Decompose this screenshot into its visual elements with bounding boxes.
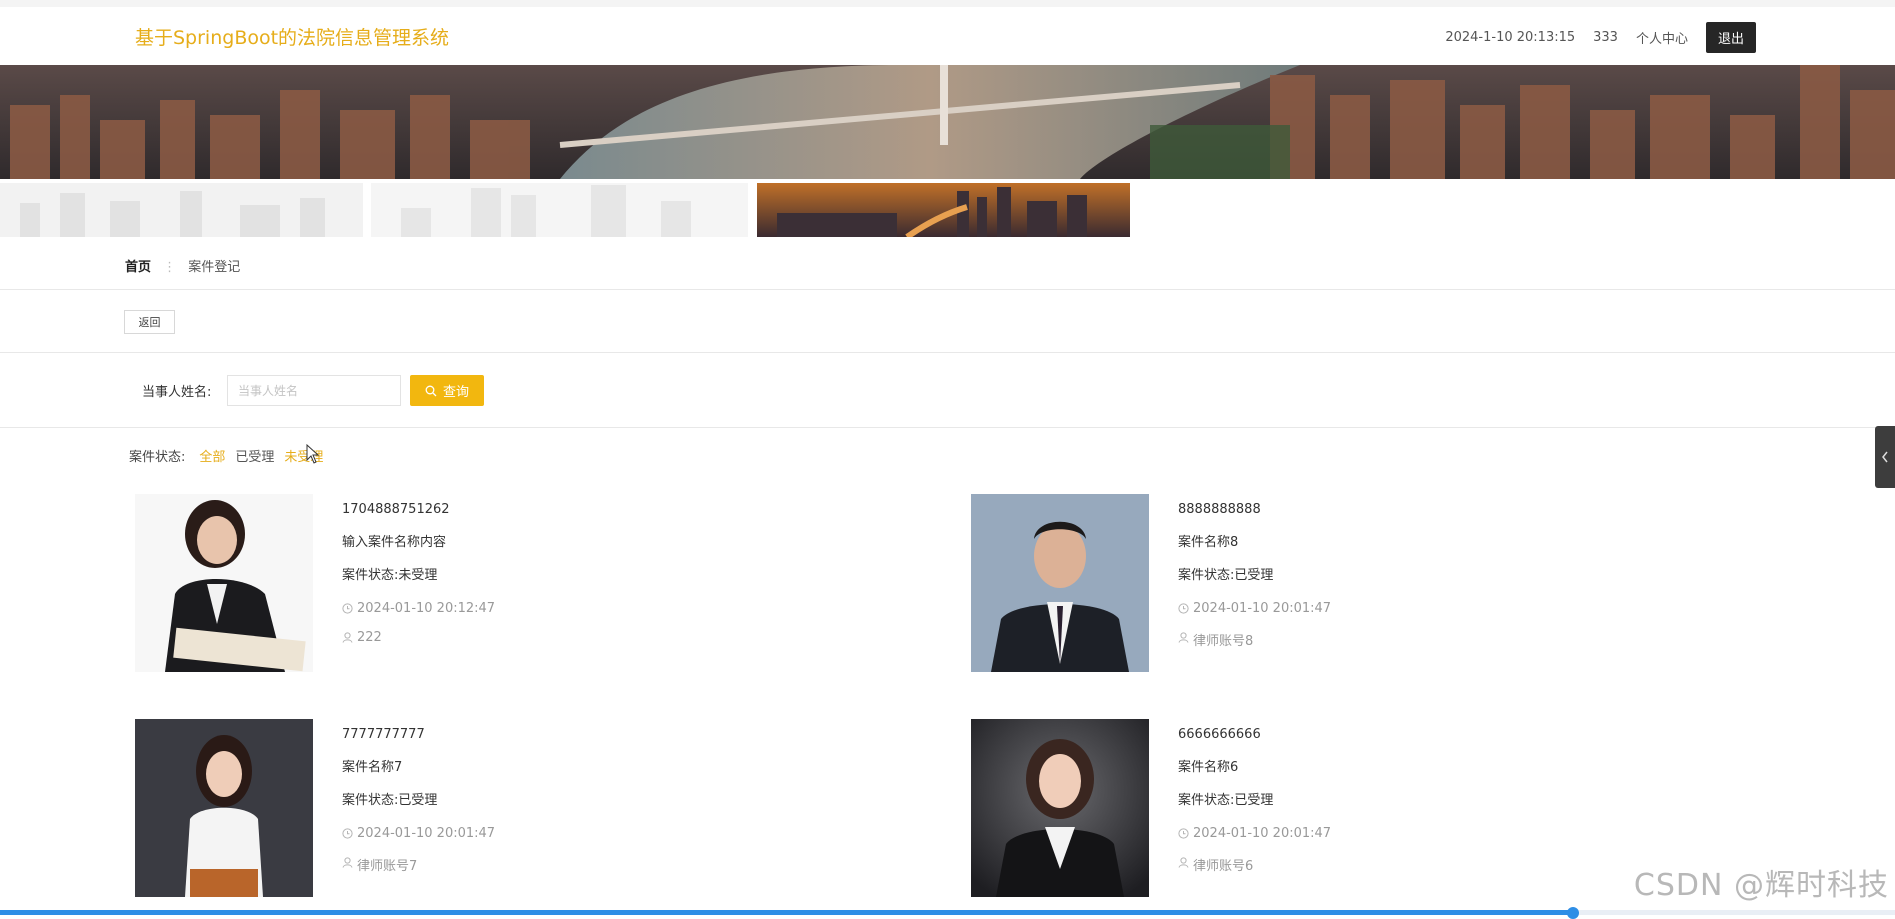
case-photo[interactable] xyxy=(135,719,313,897)
case-photo[interactable] xyxy=(971,719,1149,897)
case-photo[interactable] xyxy=(971,494,1149,672)
divider xyxy=(0,352,1895,353)
case-time-text: 2024-01-10 20:12:47 xyxy=(357,601,496,616)
username: 333 xyxy=(1593,30,1618,45)
filter-all[interactable]: 全部 xyxy=(199,446,225,465)
case-card[interactable]: 7777777777 案件名称7 案件状态:已受理 2024-01-10 20:… xyxy=(135,719,935,899)
case-card[interactable]: 1704888751262 输入案件名称内容 案件状态:未受理 2024-01-… xyxy=(135,494,935,674)
clock-icon xyxy=(342,603,353,614)
side-panel-toggle[interactable] xyxy=(1875,426,1895,488)
case-card[interactable]: 8888888888 案件名称8 案件状态:已受理 2024-01-10 20:… xyxy=(971,494,1771,674)
user-icon xyxy=(342,857,353,868)
case-time: 2024-01-10 20:12:47 xyxy=(342,601,495,630)
user-icon xyxy=(342,632,353,643)
case-status: 案件状态:未受理 xyxy=(342,568,438,583)
status-filter-label: 案件状态: xyxy=(129,450,186,465)
case-time: 2024-01-10 20:01:47 xyxy=(1178,601,1331,630)
case-status: 案件状态:已受理 xyxy=(342,793,438,808)
clock-icon xyxy=(1178,828,1189,839)
case-name: 输入案件名称内容 xyxy=(342,535,447,550)
case-account-text: 律师账号6 xyxy=(1193,859,1254,874)
divider xyxy=(0,289,1895,290)
clock-icon xyxy=(342,828,353,839)
breadcrumb: 首页 ⋮ 案件登记 xyxy=(125,256,240,275)
progress-fill xyxy=(0,910,1573,915)
case-time-text: 2024-01-10 20:01:47 xyxy=(1193,826,1332,841)
banner-image xyxy=(0,65,1895,179)
case-account: 222 xyxy=(342,630,495,659)
case-account: 律师账号6 xyxy=(1178,855,1331,884)
case-photo[interactable] xyxy=(135,494,313,672)
case-number: 7777777777 xyxy=(342,727,425,742)
banner-thumbnail-2[interactable] xyxy=(371,183,748,237)
case-number: 8888888888 xyxy=(1178,502,1261,517)
watermark: CSDN @辉时科技 xyxy=(1633,868,1889,903)
chevron-left-icon xyxy=(1882,451,1888,463)
case-status: 案件状态:已受理 xyxy=(1178,793,1274,808)
party-name-input[interactable] xyxy=(227,375,401,406)
user-icon xyxy=(1178,857,1189,868)
banner-thumbnails xyxy=(0,183,1140,237)
progress-handle[interactable] xyxy=(1566,907,1579,919)
top-navbar: 基于SpringBoot的法院信息管理系统 2024-1-10 20:13:15… xyxy=(0,0,1895,65)
case-number: 1704888751262 xyxy=(342,502,450,517)
case-time-text: 2024-01-10 20:01:47 xyxy=(1193,601,1332,616)
case-account: 律师账号7 xyxy=(342,855,495,884)
logout-button[interactable]: 退出 xyxy=(1705,22,1756,53)
user-area: 2024-1-10 20:13:15 333 个人中心 退出 xyxy=(1445,22,1756,53)
filter-accepted[interactable]: 已受理 xyxy=(235,446,274,465)
mouse-cursor-icon xyxy=(306,444,320,464)
case-time: 2024-01-10 20:01:47 xyxy=(1178,826,1331,855)
clock-icon xyxy=(1178,603,1189,614)
back-button[interactable]: 返回 xyxy=(124,310,175,334)
breadcrumb-home[interactable]: 首页 xyxy=(125,260,151,275)
search-button[interactable]: 查询 xyxy=(410,375,484,406)
case-name: 案件名称6 xyxy=(1178,760,1239,775)
case-account-text: 律师账号8 xyxy=(1193,634,1254,649)
banner-thumbnail-3[interactable] xyxy=(757,183,1130,237)
breadcrumb-current: 案件登记 xyxy=(188,260,241,275)
breadcrumb-separator: ⋮ xyxy=(163,260,177,275)
divider xyxy=(0,427,1895,428)
case-account-text: 222 xyxy=(357,630,382,645)
progress-bar[interactable] xyxy=(0,907,1895,919)
status-filter: 案件状态: 全部 已受理 未受理 xyxy=(129,446,333,465)
user-icon xyxy=(1178,632,1189,643)
search-label: 当事人姓名: xyxy=(142,385,212,400)
case-status: 案件状态:已受理 xyxy=(1178,568,1274,583)
site-title[interactable]: 基于SpringBoot的法院信息管理系统 xyxy=(135,23,449,50)
current-datetime: 2024-1-10 20:13:15 xyxy=(1445,30,1576,45)
case-account: 律师账号8 xyxy=(1178,630,1331,659)
search-button-label: 查询 xyxy=(442,385,469,400)
case-number: 6666666666 xyxy=(1178,727,1261,742)
personal-center-link[interactable]: 个人中心 xyxy=(1636,28,1688,47)
banner-thumbnail-1[interactable] xyxy=(0,183,363,237)
case-account-text: 律师账号7 xyxy=(357,859,418,874)
case-name: 案件名称7 xyxy=(342,760,403,775)
case-time: 2024-01-10 20:01:47 xyxy=(342,826,495,855)
case-name: 案件名称8 xyxy=(1178,535,1239,550)
case-time-text: 2024-01-10 20:01:47 xyxy=(357,826,496,841)
search-icon xyxy=(425,385,437,396)
